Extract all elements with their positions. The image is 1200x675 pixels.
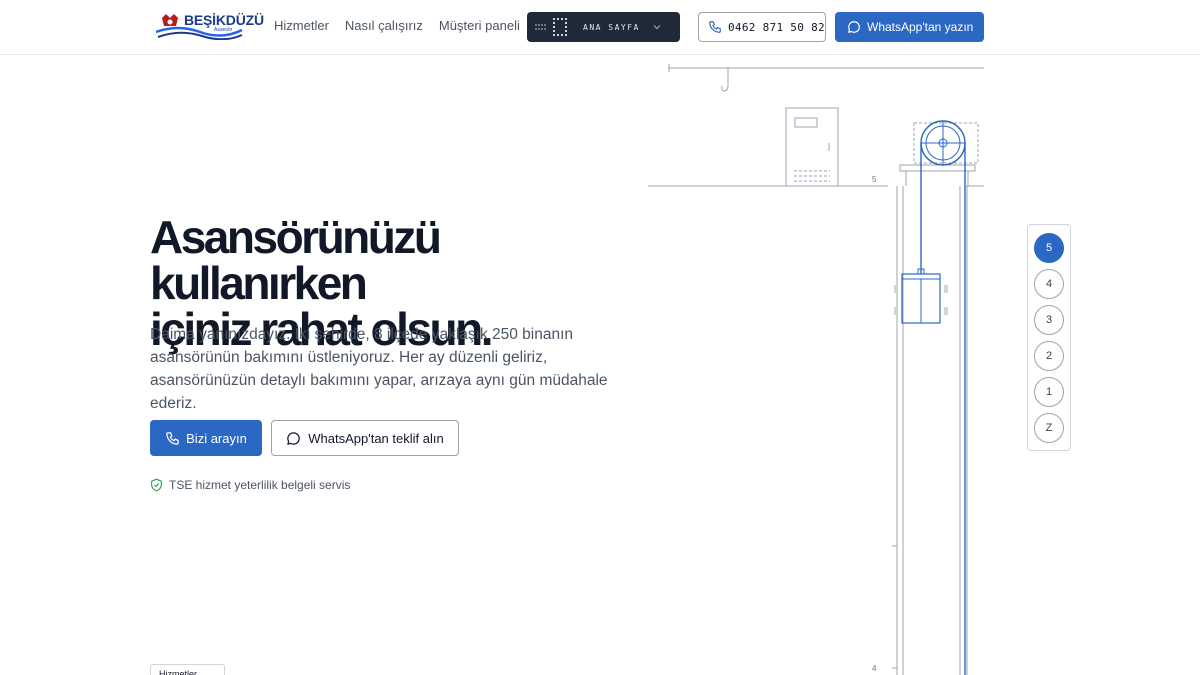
elevator-shaft-drawing: 5 4 xyxy=(648,64,984,675)
floor-button-z[interactable]: Z xyxy=(1034,413,1064,443)
hero-title-line-1: Asansörünüzü kullanırken xyxy=(150,211,442,309)
site-header: BEŞİKDÜZÜ Asansör Hizmetler Nasıl çalışı… xyxy=(0,0,1200,55)
call-us-button[interactable]: Bizi arayın xyxy=(150,420,262,456)
floor-select[interactable]: ANA SAYFA xyxy=(527,12,680,42)
certification-text: TSE hizmet yeterlilik belgeli servis xyxy=(169,478,351,492)
elevator-illustration: 5 4 xyxy=(640,55,1000,675)
services-section-chip[interactable]: Hizmetler xyxy=(150,664,225,675)
floor-button-3[interactable]: 3 xyxy=(1034,305,1064,335)
whatsapp-header-label: WhatsApp'tan yazın xyxy=(867,20,974,34)
whatsapp-quote-label: WhatsApp'tan teklif alın xyxy=(308,430,444,446)
nav-item-how-we-work[interactable]: Nasıl çalışırız xyxy=(345,18,423,33)
phone-icon xyxy=(166,431,179,445)
floor-select-label: ANA SAYFA xyxy=(583,22,640,32)
chevron-down-icon xyxy=(653,25,661,30)
whatsapp-icon xyxy=(848,21,860,33)
phone-icon xyxy=(709,21,721,33)
floor-button-4[interactable]: 4 xyxy=(1034,269,1064,299)
floor-button-1[interactable]: 1 xyxy=(1034,377,1064,407)
nav-item-customer-panel[interactable]: Müşteri paneli xyxy=(439,18,520,33)
logo[interactable]: BEŞİKDÜZÜ Asansör xyxy=(156,12,264,40)
nav-item-services[interactable]: Hizmetler xyxy=(274,18,329,33)
phone-number: 0462 871 50 82 xyxy=(728,20,825,34)
shaft-floor-label-5: 5 xyxy=(872,175,877,184)
hero-subtitle: Daima yanınızdayız. İki şehirde, 8 ilçed… xyxy=(150,326,608,412)
logo-subtitle: Asansör xyxy=(214,27,233,33)
whatsapp-header-button[interactable]: WhatsApp'tan yazın xyxy=(835,12,984,42)
grid-dots-icon xyxy=(535,18,567,36)
whatsapp-icon xyxy=(287,431,301,445)
main-nav: Hizmetler Nasıl çalışırız Müşteri paneli xyxy=(274,18,520,33)
shield-check-icon xyxy=(151,478,162,492)
whatsapp-quote-button[interactable]: WhatsApp'tan teklif alın xyxy=(271,420,459,456)
logo-name: BEŞİKDÜZÜ xyxy=(184,12,264,28)
call-us-label: Bizi arayın xyxy=(186,430,247,446)
floor-button-5[interactable]: 5 xyxy=(1034,233,1064,263)
floor-button-2[interactable]: 2 xyxy=(1034,341,1064,371)
floor-button-panel: 5 4 3 2 1 Z xyxy=(1027,224,1071,451)
certification-badge: TSE hizmet yeterlilik belgeli servis xyxy=(150,478,350,492)
phone-button[interactable]: 0462 871 50 82 xyxy=(698,12,826,42)
shaft-floor-label-4: 4 xyxy=(872,664,877,673)
